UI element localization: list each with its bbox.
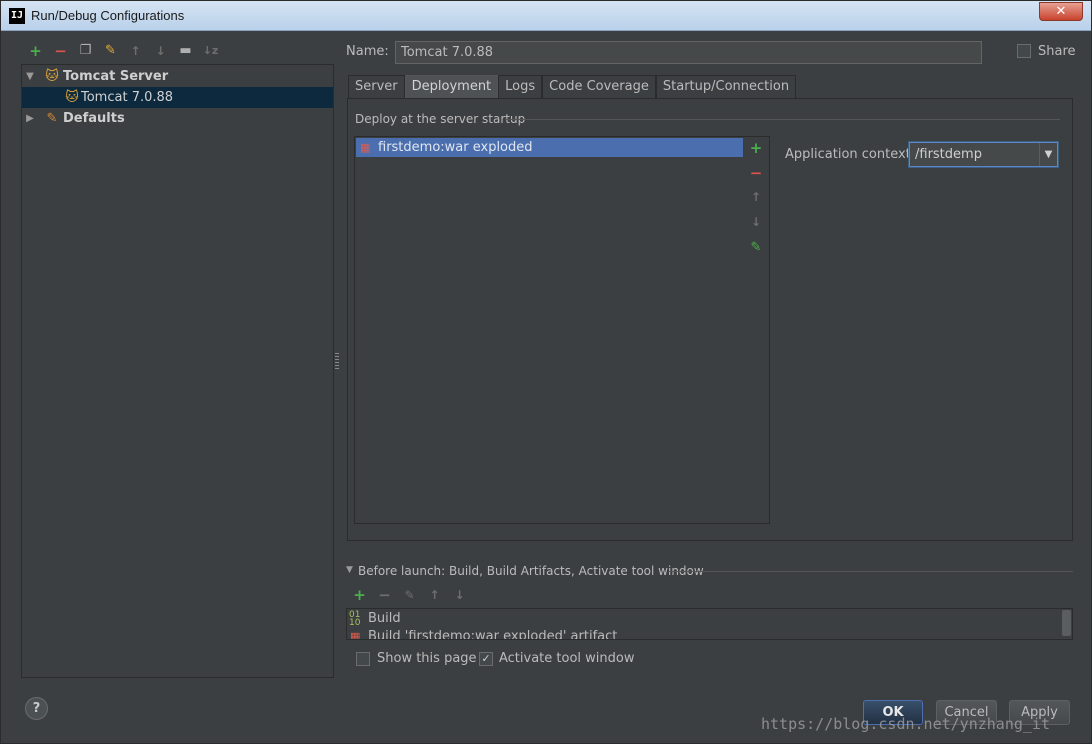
config-tabs: Server Deployment Logs Code Coverage Sta… — [348, 75, 797, 98]
move-down-icon[interactable]: ↓ — [743, 215, 769, 229]
remove-artifact-icon[interactable]: − — [743, 164, 769, 182]
before-launch-item-label: Build 'firstdemo:war exploded' artifact — [368, 629, 618, 640]
tree-item-defaults[interactable]: ▶ ✎ Defaults — [22, 108, 333, 129]
add-icon[interactable]: + — [23, 41, 48, 61]
tree-item-label: Tomcat 7.0.88 — [81, 90, 174, 105]
watermark-text: https://blog.csdn.net/ynzhang_it — [761, 715, 1050, 733]
move-up-icon[interactable]: ↑ — [743, 190, 769, 204]
edit-task-icon[interactable]: ✎ — [397, 585, 422, 605]
collapsed-arrow-icon[interactable]: ▶ — [24, 108, 36, 129]
before-launch-toolbar: + − ✎ ↑ ↓ — [347, 585, 472, 605]
tab-deployment[interactable]: Deployment — [404, 75, 499, 98]
deployment-list: ▦ firstdemo:war exploded — [354, 136, 744, 524]
before-launch-divider — [669, 571, 1073, 572]
tree-item-tomcat-server[interactable]: ▼ 🐱 Tomcat Server — [22, 66, 333, 87]
deploy-section-title: Deploy at the server startup — [355, 112, 526, 126]
before-launch-scrollbar[interactable] — [1062, 610, 1071, 636]
build-binary-icon: 01 10 — [349, 610, 361, 628]
show-page-label: Show this page — [377, 651, 477, 666]
activate-tool-window-checkbox[interactable]: ✓ — [479, 652, 493, 666]
configurations-toolbar: + − ❐ ✎ ↑ ↓ ▬ ↓z — [23, 41, 223, 61]
name-input[interactable]: Tomcat 7.0.88 — [395, 41, 982, 64]
tomcat-icon: 🐱 — [45, 69, 59, 84]
title-bar[interactable]: IJ Run/Debug Configurations ✕ — [1, 1, 1091, 31]
artifact-icon: ▦ — [360, 141, 371, 154]
move-up-icon[interactable]: ↑ — [123, 41, 148, 61]
list-item[interactable]: Build — [368, 610, 401, 628]
tree-item-label: Defaults — [63, 111, 125, 126]
before-launch-item-label: Build — [368, 611, 401, 626]
tree-item-tomcat-7088[interactable]: 🐱 Tomcat 7.0.88 — [22, 87, 333, 108]
panel-splitter-handle[interactable] — [335, 353, 339, 369]
application-context-label: Application context: — [785, 147, 916, 162]
share-checkbox[interactable] — [1017, 44, 1031, 58]
chevron-down-icon[interactable]: ▼ — [1039, 143, 1057, 166]
show-page-checkbox[interactable] — [356, 652, 370, 666]
dialog-window: IJ Run/Debug Configurations ✕ + − ❐ ✎ ↑ … — [0, 0, 1092, 744]
sort-icon[interactable]: ↓z — [198, 41, 223, 61]
copy-icon[interactable]: ❐ — [73, 41, 98, 61]
section-divider — [505, 119, 1060, 120]
move-up-icon[interactable]: ↑ — [422, 585, 447, 605]
name-label: Name: — [346, 44, 389, 59]
window-title: Run/Debug Configurations — [31, 8, 185, 23]
list-item[interactable]: Build 'firstdemo:war exploded' artifact — [368, 628, 618, 640]
deployment-item-label: firstdemo:war exploded — [378, 140, 533, 155]
move-down-icon[interactable]: ↓ — [447, 585, 472, 605]
add-task-icon[interactable]: + — [347, 585, 372, 605]
add-artifact-icon[interactable]: + — [743, 139, 769, 157]
tree-item-label: Tomcat Server — [63, 69, 169, 84]
artifact-icon: ▦ — [350, 630, 361, 640]
tab-code-coverage[interactable]: Code Coverage — [542, 75, 656, 98]
edit-pencil-icon[interactable]: ✎ — [743, 240, 769, 255]
application-context-value: /firstdemp — [915, 147, 982, 162]
edit-defaults-icon[interactable]: ✎ — [98, 41, 123, 61]
tab-server[interactable]: Server — [348, 75, 405, 98]
before-launch-title[interactable]: Before launch: Build, Build Artifacts, A… — [358, 564, 704, 578]
help-button[interactable]: ? — [25, 697, 48, 720]
remove-task-icon[interactable]: − — [372, 585, 397, 605]
deployment-side-toolbar: + − ↑ ↓ ✎ — [743, 136, 770, 524]
configurations-tree: ▼ 🐱 Tomcat Server 🐱 Tomcat 7.0.88 ▶ ✎ De… — [21, 64, 334, 678]
intellij-logo-icon: IJ — [9, 8, 25, 24]
before-launch-collapse-icon[interactable]: ▼ — [346, 565, 353, 575]
share-label: Share — [1038, 44, 1076, 59]
deployment-list-item[interactable]: ▦ firstdemo:war exploded — [356, 138, 744, 157]
application-context-combo[interactable]: /firstdemp ▼ — [909, 142, 1058, 167]
folder-icon[interactable]: ▬ — [173, 41, 198, 61]
tomcat-icon: 🐱 — [65, 90, 79, 105]
before-launch-list: Build 01 10 Build 'firstdemo:war exploded… — [346, 608, 1073, 640]
tab-logs[interactable]: Logs — [498, 75, 543, 98]
expanded-arrow-icon[interactable]: ▼ — [24, 66, 36, 87]
close-button[interactable]: ✕ — [1039, 2, 1083, 21]
defaults-wrench-icon: ✎ — [46, 111, 58, 126]
tab-startup-connection[interactable]: Startup/Connection — [655, 75, 797, 98]
remove-icon[interactable]: − — [48, 41, 73, 61]
activate-tool-window-label: Activate tool window — [499, 651, 635, 666]
move-down-icon[interactable]: ↓ — [148, 41, 173, 61]
